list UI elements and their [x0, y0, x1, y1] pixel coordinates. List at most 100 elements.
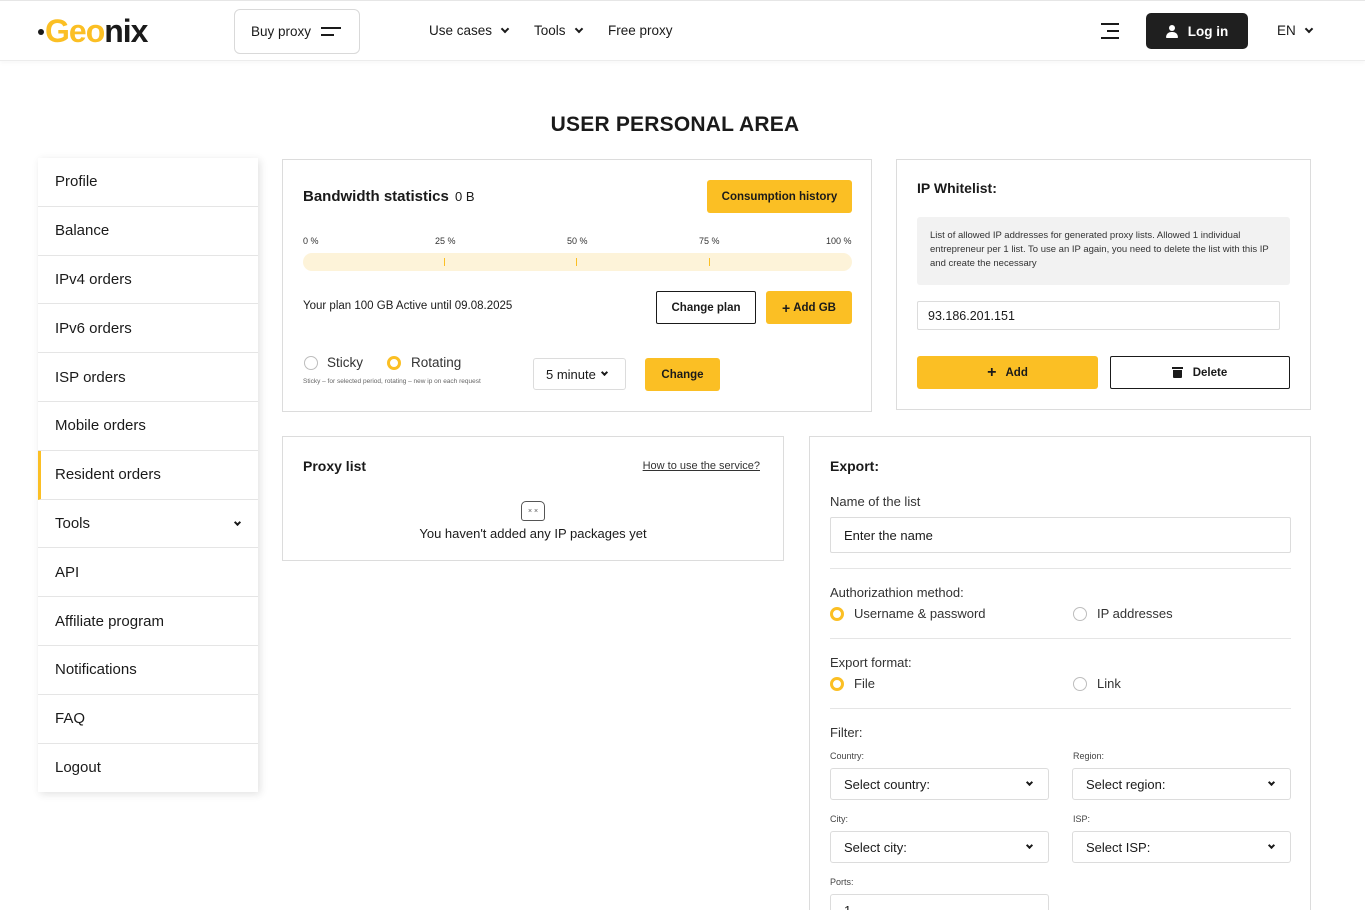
- tick-label-100: 100 %: [826, 236, 852, 246]
- sidebar-item-label: Logout: [55, 759, 101, 777]
- sidebar-item-label: Balance: [55, 222, 110, 240]
- sidebar-item-api[interactable]: API: [38, 548, 258, 598]
- bandwidth-title: Bandwidth statistics: [303, 188, 449, 205]
- isp-select[interactable]: Select ISP:: [1072, 831, 1291, 863]
- format-link-label: Link: [1097, 676, 1121, 691]
- divider: [830, 568, 1291, 569]
- sidebar-item-label: IPv6 orders: [55, 319, 132, 337]
- geonix-logo[interactable]: Geo nix: [38, 12, 148, 49]
- nav-use-cases[interactable]: Use cases: [429, 23, 510, 38]
- auth-method-label: Authorizathion method:: [830, 585, 964, 600]
- auth-ip-label: IP addresses: [1097, 606, 1173, 621]
- sidebar-item-ipv4-orders[interactable]: IPv4 orders: [38, 256, 258, 305]
- sidebar-item-balance[interactable]: Balance: [38, 207, 258, 256]
- bandwidth-value: 0 B: [455, 189, 475, 204]
- ip-whitelist-card: IP Whitelist: List of allowed IP address…: [896, 159, 1311, 410]
- change-plan-button[interactable]: Change plan: [656, 291, 756, 324]
- mode-hint: Sticky – for selected period, rotating –…: [303, 378, 481, 385]
- progress-tick: [709, 258, 710, 266]
- chevron-down-icon: [600, 368, 608, 376]
- auth-ip-radio[interactable]: [1073, 607, 1087, 621]
- format-link-radio[interactable]: [1073, 677, 1087, 691]
- chevron-down-icon: [500, 24, 510, 33]
- country-select[interactable]: Select country:: [830, 768, 1049, 800]
- region-select[interactable]: Select region:: [1072, 768, 1291, 800]
- user-icon: [1165, 24, 1178, 38]
- sidebar-menu: Profile Balance IPv4 orders IPv6 orders …: [38, 158, 258, 793]
- list-name-label: Name of the list: [830, 494, 921, 509]
- city-select[interactable]: Select city:: [830, 831, 1049, 863]
- delete-ip-button[interactable]: Delete: [1110, 356, 1290, 389]
- nav-tools[interactable]: Tools: [534, 23, 583, 38]
- auth-username-radio[interactable]: [830, 607, 844, 621]
- sidebar-item-label: ISP orders: [55, 368, 126, 386]
- how-to-use-link[interactable]: How to use the service?: [643, 460, 760, 472]
- sticky-radio[interactable]: [304, 356, 318, 370]
- filter-label: Filter:: [830, 725, 863, 740]
- chevron-down-icon: [574, 24, 583, 33]
- sidebar-item-ipv6-orders[interactable]: IPv6 orders: [38, 304, 258, 354]
- divider: [830, 638, 1291, 639]
- sidebar-item-label: Profile: [55, 173, 98, 191]
- progress-tick: [576, 258, 577, 266]
- hamburger-menu-icon[interactable]: [1101, 23, 1119, 39]
- tick-label-75: 75 %: [699, 236, 720, 246]
- trash-icon: [1171, 367, 1183, 378]
- change-button[interactable]: Change: [645, 358, 720, 391]
- sidebar-item-label: Mobile orders: [55, 417, 146, 435]
- rotating-label: Rotating: [411, 355, 462, 370]
- buy-proxy-button[interactable]: Buy proxy: [234, 9, 360, 54]
- chevron-down-icon: [1025, 841, 1034, 850]
- buy-proxy-label: Buy proxy: [251, 24, 312, 39]
- chevron-down-icon: [233, 518, 242, 526]
- tick-label-25: 25 %: [435, 236, 456, 246]
- proxy-list-card: Proxy list How to use the service? × × Y…: [282, 436, 784, 561]
- city-label: City:: [830, 814, 848, 824]
- city-select-value: Select city:: [844, 839, 907, 855]
- region-select-value: Select region:: [1086, 776, 1166, 792]
- export-format-label: Export format:: [830, 655, 912, 670]
- nav-free-proxy[interactable]: Free proxy: [608, 23, 673, 38]
- nav-tools-label: Tools: [534, 23, 566, 38]
- tick-label-50: 50 %: [567, 236, 588, 246]
- sidebar-item-label: Notifications: [55, 661, 137, 679]
- sidebar-item-tools[interactable]: Tools: [38, 500, 258, 549]
- sidebar-item-label: Affiliate program: [55, 612, 164, 630]
- rotating-radio[interactable]: [387, 356, 401, 370]
- menu-lines-icon: [321, 27, 342, 36]
- country-select-value: Select country:: [844, 776, 930, 792]
- nav-free-proxy-label: Free proxy: [608, 23, 673, 38]
- ports-input[interactable]: 1: [830, 894, 1049, 910]
- export-title: Export:: [830, 458, 879, 474]
- ip-whitelist-info: List of allowed IP addresses for generat…: [917, 217, 1290, 285]
- sidebar-item-isp-orders[interactable]: ISP orders: [38, 353, 258, 402]
- chevron-down-icon: [1304, 24, 1314, 33]
- sidebar-item-logout[interactable]: Logout: [38, 744, 258, 793]
- bandwidth-card: Bandwidth statistics 0 B Consumption his…: [282, 159, 872, 412]
- logo-text-geo: Geo: [45, 12, 105, 49]
- ip-address-input[interactable]: 93.186.201.151: [917, 301, 1280, 330]
- list-name-input[interactable]: Enter the name: [830, 517, 1291, 553]
- consumption-history-button[interactable]: Consumption history: [707, 180, 852, 213]
- sidebar-item-notifications[interactable]: Notifications: [38, 646, 258, 695]
- empty-state-text: You haven't added any IP packages yet: [419, 526, 647, 541]
- auth-username-label: Username & password: [854, 606, 986, 621]
- sidebar-item-faq[interactable]: FAQ: [38, 695, 258, 744]
- ports-label: Ports:: [830, 877, 854, 887]
- sidebar-item-resident-orders[interactable]: Resident orders: [38, 450, 258, 500]
- sidebar-item-mobile-orders[interactable]: Mobile orders: [38, 402, 258, 451]
- login-button[interactable]: Log in: [1146, 13, 1248, 49]
- sidebar-item-label: Tools: [55, 514, 91, 532]
- plus-icon: +: [987, 363, 997, 381]
- add-ip-button[interactable]: + Add: [917, 356, 1098, 389]
- format-file-radio[interactable]: [830, 677, 844, 691]
- sidebar-item-profile[interactable]: Profile: [38, 158, 258, 207]
- chevron-down-icon: [1267, 778, 1276, 787]
- export-card: Export: Name of the list Enter the name …: [809, 436, 1311, 910]
- delete-ip-label: Delete: [1192, 366, 1228, 379]
- sidebar-item-affiliate-program[interactable]: Affiliate program: [38, 597, 258, 646]
- rotation-interval-select[interactable]: 5 minute: [533, 358, 626, 390]
- add-gb-button[interactable]: + Add GB: [766, 291, 852, 324]
- language-selector[interactable]: EN: [1277, 23, 1314, 38]
- sidebar-item-label: FAQ: [55, 710, 86, 728]
